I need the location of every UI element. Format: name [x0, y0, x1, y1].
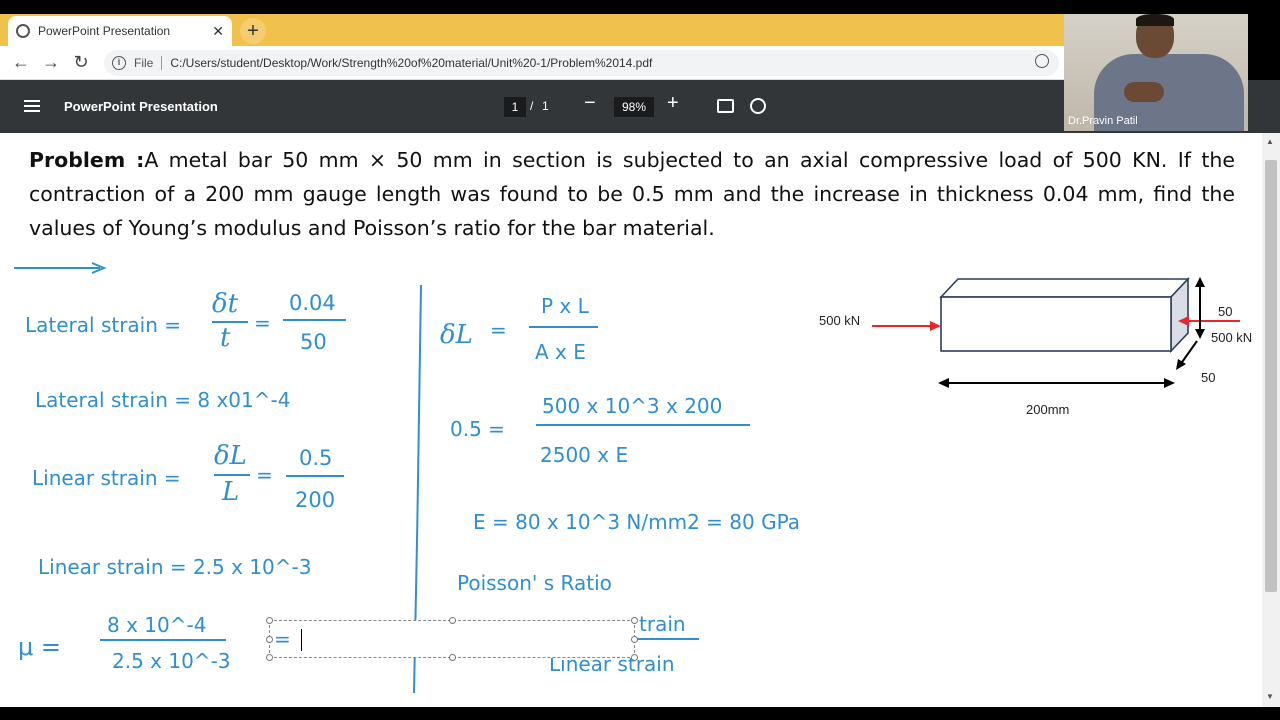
poisson-ratio-title: Poisson' s Ratio [457, 571, 612, 595]
mu-fraction-bar [100, 639, 226, 641]
linear-symbol-fraction-bar [214, 474, 250, 476]
depth-dim-line [1179, 340, 1198, 366]
linear-strain-result: Linear strain = 2.5 x 10^-3 [38, 555, 312, 579]
presenter-hair [1136, 14, 1174, 26]
depth-arrow [1176, 359, 1186, 370]
file-label: File [134, 56, 154, 70]
linear-denominator: 200 [295, 488, 336, 512]
fit-page-icon[interactable] [717, 99, 734, 113]
linear-numerator: 0.5 [299, 446, 333, 470]
lateral-strain-label: Lateral strain = [25, 313, 182, 337]
height-dim-label: 50 [1218, 304, 1233, 319]
globe-icon [16, 24, 30, 38]
info-icon[interactable]: i [112, 56, 126, 70]
address-bar[interactable]: i File C:/Users/student/Desktop/Work/Str… [104, 50, 1059, 76]
poisson-fraction-bar [636, 638, 699, 640]
deltaL-denominator: A x E [535, 340, 586, 364]
forward-arrow-icon[interactable]: → [36, 52, 66, 73]
url-text[interactable]: C:/Users/student/Desktop/Work/Strength%2… [170, 56, 652, 70]
lateral-num-symbol: δt [212, 289, 239, 319]
deltaL-equals: = [490, 318, 507, 342]
mu-symbol: μ = [18, 633, 62, 661]
scroll-up-icon[interactable]: ▲ [1266, 137, 1274, 146]
pdf-title: PowerPoint Presentation [64, 99, 218, 114]
mu-denominator: 2.5 x 10^-3 [112, 649, 231, 673]
right-load-label: 500 kN [1211, 330, 1253, 345]
deltaL-numerator: P x L [541, 294, 589, 318]
substitution-numerator: 500 x 10^3 x 200 [542, 394, 723, 418]
resize-handle-top-right[interactable] [631, 617, 638, 624]
bar-figure: 500 kN 500 kN 50 50 200mm [810, 273, 1260, 423]
close-icon[interactable]: ✕ [212, 23, 224, 40]
zoom-magnifier-icon[interactable] [1035, 54, 1049, 68]
zoom-out-button[interactable]: − [584, 92, 596, 115]
bar-figure-drawing [872, 276, 1240, 388]
back-arrow-icon[interactable]: ← [6, 52, 36, 73]
linear-den-symbol: L [222, 477, 240, 507]
poisson-numerator-partial: train [639, 612, 686, 636]
webcam-video [1064, 14, 1248, 131]
reload-icon[interactable]: ↻ [66, 52, 96, 73]
resize-handle-top[interactable] [449, 617, 456, 624]
rotate-icon[interactable] [750, 98, 766, 114]
lateral-strain-result: Lateral strain = 8 x01^-4 [35, 388, 291, 412]
page-separator: / [530, 99, 534, 113]
linear-strain-label: Linear strain = [32, 466, 181, 490]
resize-handle-bottom[interactable] [449, 654, 456, 661]
substitution-denominator: 2500 x E [540, 443, 629, 467]
tab-powerpoint[interactable]: PowerPoint Presentation ✕ [8, 16, 232, 46]
left-load-arrowhead [930, 321, 941, 331]
youngs-modulus-result: E = 80 x 10^3 N/mm2 = 80 GPa [473, 510, 800, 534]
separator [161, 56, 163, 70]
lateral-numerator: 0.04 [289, 291, 336, 315]
new-tab-button[interactable]: + [240, 18, 266, 44]
resize-handle-right[interactable] [631, 636, 638, 643]
menu-icon[interactable] [24, 100, 40, 112]
lateral-denominator: 50 [300, 330, 327, 354]
lateral-den-symbol: t [220, 323, 231, 353]
tab-bar: PowerPoint Presentation ✕ + [0, 14, 1064, 46]
resize-handle-bottom-left[interactable] [266, 654, 273, 661]
length-arrow-left [938, 378, 949, 388]
height-arrow-top [1195, 277, 1205, 287]
right-black-area [1248, 14, 1280, 80]
linear-fraction-bar [286, 475, 344, 477]
bottom-strip [0, 707, 1280, 720]
lateral-equals: = [254, 311, 271, 335]
page-total: 1 [542, 99, 549, 113]
bar-top-face [939, 278, 1190, 298]
mu-numerator: 8 x 10^-4 [107, 613, 207, 637]
length-arrow-right [1164, 378, 1175, 388]
substitution-lhs: 0.5 = [450, 417, 505, 441]
navigation-bar: ← → ↻ i File C:/Users/student/Desktop/Wo… [0, 46, 1064, 80]
scroll-down-icon[interactable]: ▼ [1266, 692, 1274, 701]
presenter-hand [1124, 82, 1164, 102]
tab-title: PowerPoint Presentation [38, 24, 171, 38]
text-caret [301, 629, 302, 651]
lateral-fraction-bar [283, 319, 346, 321]
resize-handle-top-left[interactable] [266, 617, 273, 624]
deltaL-symbol: δL [440, 320, 473, 350]
pdf-page: Problem :A metal bar 50 mm × 50 mm in se… [0, 133, 1262, 707]
resize-handle-bottom-right[interactable] [631, 654, 638, 661]
deltaL-fraction-bar [529, 326, 598, 328]
resize-handle-left[interactable] [266, 636, 273, 643]
zoom-in-button[interactable]: + [667, 92, 679, 115]
scrollbar-thumb[interactable] [1265, 160, 1277, 592]
height-arrow-bottom [1195, 329, 1205, 339]
linear-equals: = [256, 463, 273, 487]
active-text-box[interactable]: = [266, 617, 638, 661]
left-load-label: 500 kN [819, 313, 861, 328]
top-strip [0, 0, 1280, 14]
bar-front-face [940, 296, 1172, 352]
length-dim-label: 200mm [1026, 402, 1070, 417]
text-box-content[interactable]: = [274, 627, 291, 651]
linear-num-symbol: δL [214, 441, 247, 471]
depth-dim-label: 50 [1201, 370, 1216, 385]
presenter-name: Dr.Pravin Patil [1068, 115, 1138, 127]
substitution-fraction-bar [536, 424, 750, 426]
page-number-input[interactable]: 1 [504, 97, 526, 117]
zoom-level-input[interactable]: 98% [614, 97, 654, 117]
